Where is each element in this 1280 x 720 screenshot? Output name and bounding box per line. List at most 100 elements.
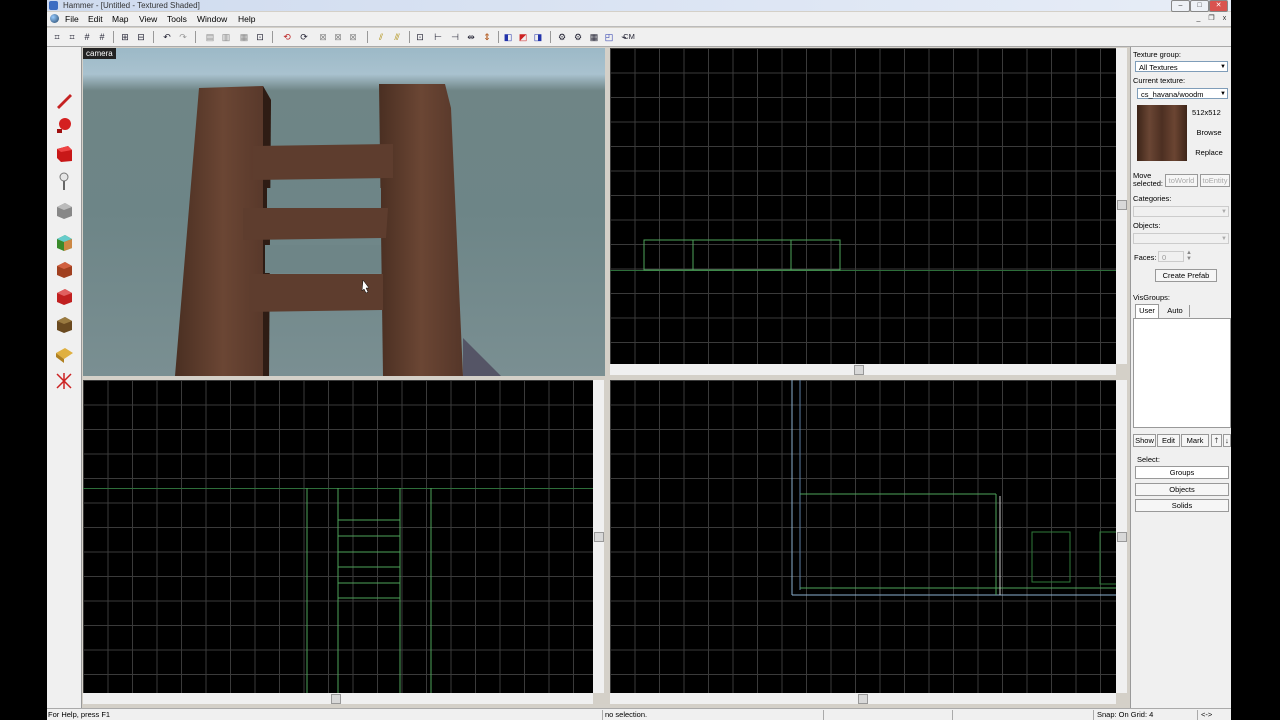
menu-window[interactable]: Window bbox=[195, 12, 229, 26]
top-view-vscrollbar[interactable] bbox=[1116, 48, 1127, 364]
mdi-minimize-button[interactable]: _ bbox=[1193, 14, 1204, 23]
texture-tool-icon[interactable] bbox=[53, 231, 75, 253]
front-view-hscrollbar[interactable] bbox=[83, 693, 593, 704]
to-entity-button[interactable]: toEntity bbox=[1200, 174, 1230, 187]
toolbar-separator bbox=[498, 31, 499, 43]
tools-icon[interactable]: ⚙ bbox=[556, 31, 568, 43]
paste-icon[interactable]: ▦ bbox=[238, 31, 250, 43]
categories-select[interactable]: ▼ bbox=[1133, 206, 1229, 217]
move-selected-label: Move selected: bbox=[1133, 171, 1164, 188]
browse-button[interactable]: Browse bbox=[1189, 127, 1229, 140]
compile-icon[interactable]: ⚙ bbox=[572, 31, 584, 43]
visgroups-list[interactable] bbox=[1133, 318, 1231, 428]
camera-tool-icon[interactable] bbox=[53, 142, 75, 164]
apply-texture-icon[interactable] bbox=[53, 258, 75, 280]
menu-view[interactable]: View bbox=[137, 12, 159, 26]
cm-button[interactable]: CM bbox=[620, 31, 638, 43]
status-divider bbox=[952, 710, 953, 720]
block-tool-icon[interactable] bbox=[53, 199, 75, 221]
scroll-thumb[interactable] bbox=[858, 694, 868, 704]
mdi-restore-button[interactable]: ❐ bbox=[1206, 14, 1217, 23]
select-box-icon[interactable]: ⊡ bbox=[414, 31, 426, 43]
edit-button[interactable]: Edit bbox=[1157, 434, 1180, 447]
top-view-hscrollbar[interactable] bbox=[610, 364, 1116, 375]
menu-help[interactable]: Help bbox=[236, 12, 257, 26]
menu-tools[interactable]: Tools bbox=[165, 12, 189, 26]
move-up-icon[interactable]: 🡑 bbox=[1211, 434, 1222, 447]
close-button[interactable]: ✕ bbox=[1209, 0, 1228, 12]
hide-unselected-icon[interactable]: ◩ bbox=[517, 31, 529, 43]
to-world-button[interactable]: toWorld bbox=[1165, 174, 1198, 187]
side-2d-viewport[interactable] bbox=[610, 380, 1116, 693]
select-groups-button[interactable]: Groups bbox=[1135, 466, 1229, 479]
align-left-icon[interactable]: ⊢ bbox=[432, 31, 444, 43]
tab-user[interactable]: User bbox=[1135, 304, 1159, 318]
snap-icon[interactable]: ⊠ bbox=[347, 31, 359, 43]
carve-icon[interactable]: ⊞ bbox=[119, 31, 131, 43]
maximize-button[interactable]: □ bbox=[1190, 0, 1209, 12]
flip-v-icon[interactable]: ⇕ bbox=[481, 31, 493, 43]
top-2d-viewport[interactable] bbox=[610, 48, 1116, 364]
clip-tool-icon[interactable] bbox=[53, 313, 75, 335]
document-icon[interactable] bbox=[50, 14, 59, 23]
menu-file[interactable]: File bbox=[63, 12, 81, 26]
redo-icon[interactable]: ↷ bbox=[177, 31, 189, 43]
mdi-close-button[interactable]: x bbox=[1219, 14, 1230, 23]
grid-smaller-icon[interactable]: # bbox=[81, 31, 93, 43]
grid-3d-icon[interactable]: ⌗ bbox=[66, 31, 78, 43]
align-right-icon[interactable]: ⊣ bbox=[449, 31, 461, 43]
menu-map[interactable]: Map bbox=[110, 12, 131, 26]
main-toolbar: ⌗ ⌗ # # ⊞ ⊟ ↶ ↷ ▤ ▥ ▦ ⊡ ⟲ ⟳ ⊠ ⊠ ⊠ ⫽ ⫻ ⊡ … bbox=[47, 28, 1231, 47]
vertex-icon[interactable]: ⊠ bbox=[332, 31, 344, 43]
scroll-thumb[interactable] bbox=[854, 365, 864, 375]
magnify-tool-icon[interactable] bbox=[53, 115, 75, 137]
move-down-icon[interactable]: ↓ bbox=[1223, 434, 1231, 447]
cut-icon[interactable]: ▤ bbox=[204, 31, 216, 43]
current-texture-select[interactable]: cs_havana/woodm ▼ bbox=[1137, 88, 1228, 99]
scroll-thumb[interactable] bbox=[331, 694, 341, 704]
entity-report-icon[interactable]: ◰ bbox=[603, 31, 615, 43]
rotate-icon[interactable]: ⟲ bbox=[281, 31, 293, 43]
window-title: Hammer - [Untitled - Textured Shaded] bbox=[63, 1, 200, 10]
hide-icon[interactable]: ⟳ bbox=[298, 31, 310, 43]
select-objects-button[interactable]: Objects bbox=[1135, 483, 1229, 496]
undo-icon[interactable]: ↶ bbox=[161, 31, 173, 43]
faces-input[interactable]: 0 bbox=[1158, 251, 1184, 262]
scroll-thumb[interactable] bbox=[1117, 200, 1127, 210]
show-button[interactable]: Show bbox=[1133, 434, 1156, 447]
vertex-tool-icon[interactable] bbox=[53, 343, 75, 365]
scroll-thumb[interactable] bbox=[594, 532, 604, 542]
front-2d-viewport[interactable] bbox=[83, 380, 593, 693]
hide-selected-icon[interactable]: ◧ bbox=[502, 31, 514, 43]
tab-auto[interactable]: Auto bbox=[1161, 305, 1190, 317]
entity-tool-icon[interactable] bbox=[53, 170, 75, 192]
faces-spinner-icon[interactable]: ▲ ▼ bbox=[1186, 250, 1192, 262]
paste-special-icon[interactable]: ⊡ bbox=[254, 31, 266, 43]
create-prefab-button[interactable]: Create Prefab bbox=[1155, 269, 1217, 282]
side-view-hscrollbar[interactable] bbox=[610, 693, 1116, 704]
texture-scale-lock-icon[interactable]: ⫻ bbox=[391, 31, 403, 43]
group-icon[interactable]: ⊟ bbox=[135, 31, 147, 43]
select-solids-button[interactable]: Solids bbox=[1135, 499, 1229, 512]
texture-lock-icon[interactable]: ⫽ bbox=[375, 31, 387, 43]
texture-group-select[interactable]: All Textures ▼ bbox=[1135, 61, 1228, 72]
show-all-icon[interactable]: ◨ bbox=[532, 31, 544, 43]
copy-icon[interactable]: ▥ bbox=[220, 31, 232, 43]
grid-toggle-icon[interactable]: ⌗ bbox=[51, 31, 63, 43]
flip-h-icon[interactable]: ⇹ bbox=[465, 31, 477, 43]
grid-larger-icon[interactable]: # bbox=[96, 31, 108, 43]
scroll-thumb[interactable] bbox=[1117, 532, 1127, 542]
decal-tool-icon[interactable] bbox=[53, 285, 75, 307]
clip-icon[interactable]: ⊠ bbox=[317, 31, 329, 43]
front-view-vscrollbar[interactable] bbox=[593, 380, 604, 693]
replace-button[interactable]: Replace bbox=[1189, 147, 1229, 160]
path-tool-icon[interactable] bbox=[53, 370, 75, 392]
selection-tool-icon[interactable] bbox=[53, 89, 75, 111]
menu-edit[interactable]: Edit bbox=[86, 12, 105, 26]
minimize-button[interactable]: – bbox=[1171, 0, 1190, 12]
mark-button[interactable]: Mark bbox=[1181, 434, 1209, 447]
side-view-vscrollbar[interactable] bbox=[1116, 380, 1127, 693]
map-grid-icon[interactable]: ▦ bbox=[588, 31, 600, 43]
objects-select[interactable]: ▼ bbox=[1133, 233, 1229, 244]
camera-viewport[interactable]: camera bbox=[83, 48, 605, 376]
